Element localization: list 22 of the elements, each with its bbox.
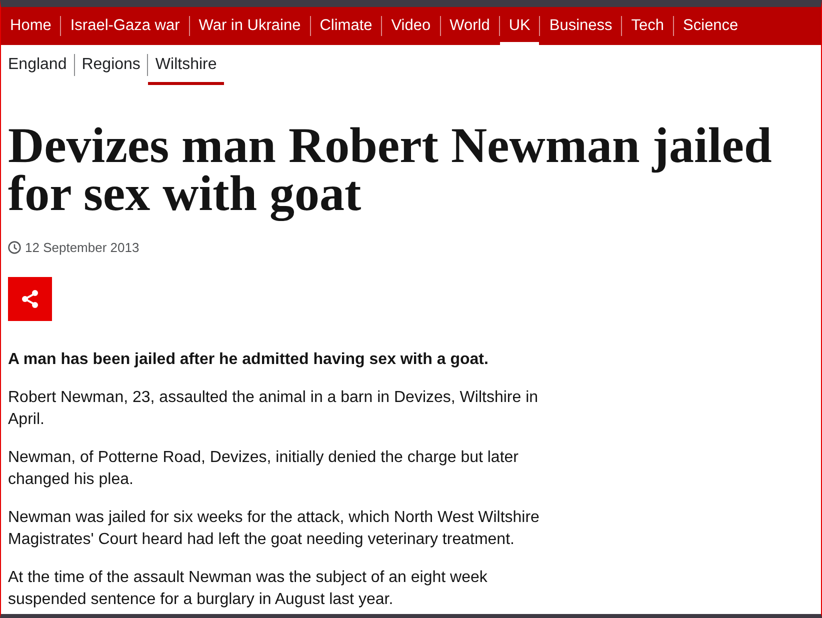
nav-link[interactable]: Science [674,7,748,45]
share-icon [20,288,40,308]
share-button[interactable] [8,276,52,320]
article-paragraph: Newman, of Potterne Road, Devizes, initially denied the charge but later changed his plea. [8,448,520,490]
nav-link[interactable]: War in Ukraine [190,7,310,45]
article-paragraph: Robert Newman, 23, assaulted the animal in a barn in Devizes, Wiltshire in April. [8,388,540,430]
nav-link[interactable]: Video [382,7,440,45]
article-paragraph: Newman was jailed for six weeks for the attack, which North West Wiltshire Magistrates' Court heard had left the goat needing veterinary treatment. [8,508,540,550]
nav-link[interactable]: Home [1,7,60,45]
nav-link[interactable]: UK [500,7,540,45]
clock-icon [8,241,21,254]
breadcrumb-link[interactable]: Wiltshire [148,45,224,85]
nav-link[interactable]: World [440,7,499,45]
breadcrumb-link[interactable]: England [1,45,74,85]
breadcrumb-link[interactable]: Regions [74,45,148,85]
nav-link[interactable]: Business [540,7,622,45]
nav-link[interactable]: Tech [622,7,674,45]
nav-link[interactable]: Israel-Gaza war [61,7,189,45]
article-paragraph: At the time of the assault Newman was the subject of an eight week suspended sentence for a burglary in August last year. [8,568,488,610]
nav-link[interactable]: Climate [310,7,382,45]
publish-date: 12 September 2013 [25,239,140,257]
article-summary: A man has been jailed after he admitted having sex with a goat. [8,350,490,370]
